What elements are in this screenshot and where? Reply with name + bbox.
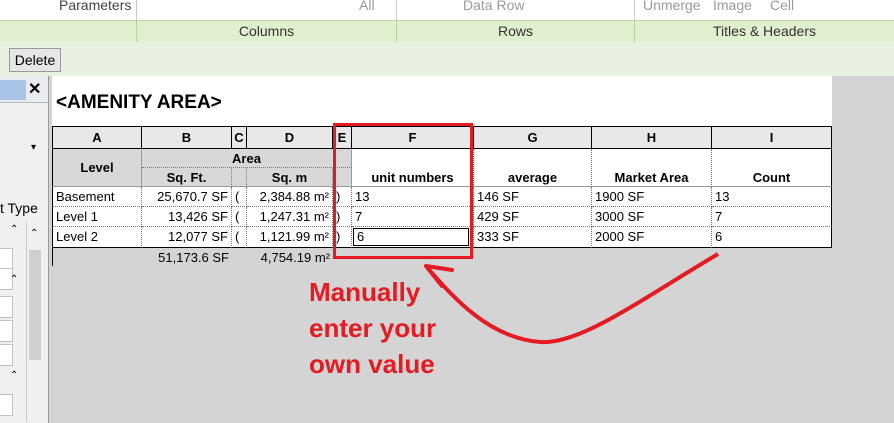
annotation-line: enter your bbox=[309, 313, 437, 343]
annotation-line: Manually bbox=[309, 277, 421, 307]
annotation-note: Manually enter your own value bbox=[309, 274, 479, 382]
annotation-line: own value bbox=[309, 349, 435, 379]
